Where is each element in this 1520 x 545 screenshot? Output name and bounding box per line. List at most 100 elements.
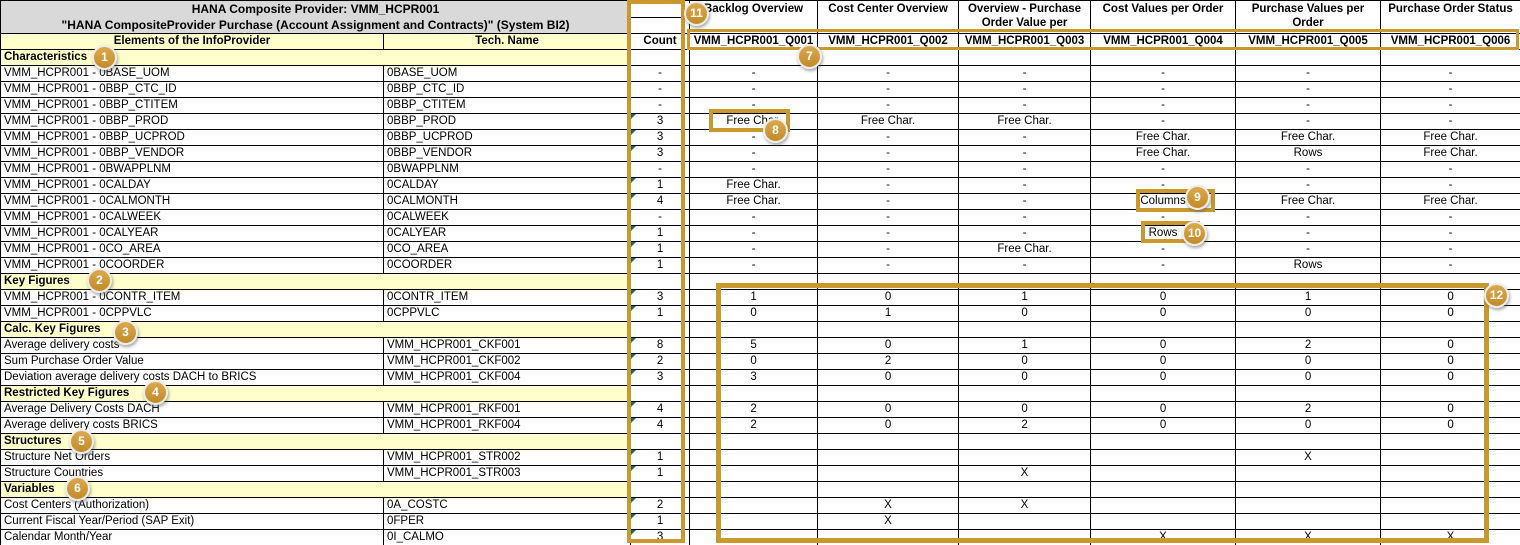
tech-name-cell: 0CALMONTH: [384, 194, 631, 210]
query-usage-cell: -: [690, 162, 818, 178]
query-usage-cell: 2: [690, 418, 818, 434]
query-tech-q005: VMM_HCPR001_Q005: [1236, 34, 1381, 50]
query-usage-cell: -: [1091, 98, 1236, 114]
query-usage-cell: -: [1091, 210, 1236, 226]
query-usage-cell: X: [1236, 450, 1381, 466]
title-row-1: HANA Composite Provider: VMM_HCPR001 "HA…: [1, 1, 1520, 18]
query-usage-cell: 0: [1236, 370, 1381, 386]
query-usage-cell: [1236, 498, 1381, 514]
query-usage-cell: -: [959, 130, 1091, 146]
query-usage-cell: [690, 530, 818, 545]
query-usage-cell: [690, 386, 818, 402]
query-usage-cell: [1236, 434, 1381, 450]
count-cell: 4: [631, 418, 690, 434]
query-usage-cell: 0: [1091, 418, 1236, 434]
table-row: VMM_HCPR001 - 0CPPVLC0CPPVLC1010000: [1, 306, 1520, 322]
col-header-count: Count: [631, 34, 690, 50]
query-usage-cell: [959, 514, 1091, 530]
query-usage-cell: [1381, 386, 1520, 402]
query-usage-cell: -: [1381, 178, 1520, 194]
section-row: Restricted Key Figures: [1, 386, 1520, 402]
query-usage-cell: -: [690, 66, 818, 82]
query-usage-cell: Free Char.: [1091, 146, 1236, 162]
element-name-cell: VMM_HCPR001 - 0CO_AREA: [1, 242, 384, 258]
tech-name-cell: 0BBP_VENDOR: [384, 146, 631, 162]
query-usage-cell: 1: [690, 290, 818, 306]
tech-name-cell: 0BBP_CTITEM: [384, 98, 631, 114]
table-row: VMM_HCPR001 - 0BBP_UCPROD0BBP_UCPROD3---…: [1, 130, 1520, 146]
query-usage-cell: [818, 434, 959, 450]
query-usage-cell: Free Char.: [1236, 130, 1381, 146]
query-usage-cell: 0: [959, 354, 1091, 370]
section-row: Variables: [1, 482, 1520, 498]
query-usage-cell: -: [690, 226, 818, 242]
element-name-cell: VMM_HCPR001 - 0CALYEAR: [1, 226, 384, 242]
spreadsheet-report: HANA Composite Provider: VMM_HCPR001 "HA…: [0, 0, 1520, 545]
query-usage-cell: Free Char.: [818, 114, 959, 130]
query-usage-cell: Free Char.: [1381, 146, 1520, 162]
count-cell: 1: [631, 514, 690, 530]
query-usage-cell: 0: [1381, 306, 1520, 322]
query-usage-cell: -: [1236, 66, 1381, 82]
table-row: VMM_HCPR001 - 0COORDER0COORDER1----Rows-: [1, 258, 1520, 274]
tech-name-cell: 0BBP_PROD: [384, 114, 631, 130]
stored-as-text-indicator-icon: [631, 354, 636, 359]
count-cell: 3: [631, 370, 690, 386]
stored-as-text-indicator-icon: [631, 226, 636, 231]
query-usage-cell: 0: [1381, 418, 1520, 434]
query-usage-cell: 1: [959, 290, 1091, 306]
query-usage-cell: [1091, 322, 1236, 338]
query-usage-cell: -: [1381, 82, 1520, 98]
query-usage-cell: -: [690, 82, 818, 98]
tech-name-cell: VMM_HCPR001_CKF004: [384, 370, 631, 386]
query-usage-cell: -: [1381, 162, 1520, 178]
query-usage-cell: -: [959, 210, 1091, 226]
element-name-cell: Current Fiscal Year/Period (SAP Exit): [1, 514, 384, 530]
query-usage-cell: Free Char.: [959, 114, 1091, 130]
query-usage-cell: -: [1381, 242, 1520, 258]
query-usage-cell: -: [818, 66, 959, 82]
query-usage-cell: -: [959, 178, 1091, 194]
table-head: HANA Composite Provider: VMM_HCPR001 "HA…: [1, 1, 1520, 50]
query-usage-cell: 0: [1236, 354, 1381, 370]
query-usage-cell: [1091, 274, 1236, 290]
query-usage-cell: [1381, 434, 1520, 450]
table-row: VMM_HCPR001 - 0BBP_CTITEM0BBP_CTITEM----…: [1, 98, 1520, 114]
element-name-cell: VMM_HCPR001 - 0CONTR_ITEM: [1, 290, 384, 306]
callout-badge-1: 1: [92, 45, 117, 70]
query-usage-cell: [1091, 466, 1236, 482]
column-header-row: Elements of the InfoProvider Tech. Name …: [1, 34, 1520, 50]
query-usage-cell: [959, 274, 1091, 290]
stored-as-text-indicator-icon: [631, 178, 636, 183]
callout-badge-4: 4: [143, 380, 168, 405]
query-usage-cell: [690, 322, 818, 338]
query-usage-cell: -: [1236, 114, 1381, 130]
table-row: VMM_HCPR001 - 0CONTR_ITEM0CONTR_ITEM3101…: [1, 290, 1520, 306]
element-name-cell: Average delivery costs: [1, 338, 384, 354]
query-tech-q001: VMM_HCPR001_Q001: [690, 34, 818, 50]
query-usage-cell: [1381, 322, 1520, 338]
count-cell: 1: [631, 258, 690, 274]
tech-name-cell: 0I_CALMO: [384, 530, 631, 545]
query-usage-cell: Free Char.: [1381, 194, 1520, 210]
callout-badge-3: 3: [113, 320, 138, 345]
query-usage-cell: Free Char.: [959, 242, 1091, 258]
query-usage-cell: [959, 386, 1091, 402]
query-usage-cell: -: [1091, 114, 1236, 130]
query-usage-cell: [818, 50, 959, 66]
query-usage-cell: X: [818, 514, 959, 530]
table-row: Average Delivery Costs DACHVMM_HCPR001_R…: [1, 402, 1520, 418]
query-usage-cell: 3: [690, 370, 818, 386]
tech-name-cell: 0CALDAY: [384, 178, 631, 194]
query-usage-cell: -: [690, 146, 818, 162]
query-usage-cell: -: [818, 178, 959, 194]
query-usage-cell: 0: [1236, 306, 1381, 322]
stored-as-text-indicator-icon: [631, 338, 636, 343]
query-usage-cell: 2: [690, 402, 818, 418]
query-usage-cell: [1381, 466, 1520, 482]
query-usage-cell: 0: [959, 306, 1091, 322]
count-cell: [631, 482, 690, 498]
query-usage-cell: [818, 450, 959, 466]
count-cell: -: [631, 66, 690, 82]
table-row: Current Fiscal Year/Period (SAP Exit)0FP…: [1, 514, 1520, 530]
